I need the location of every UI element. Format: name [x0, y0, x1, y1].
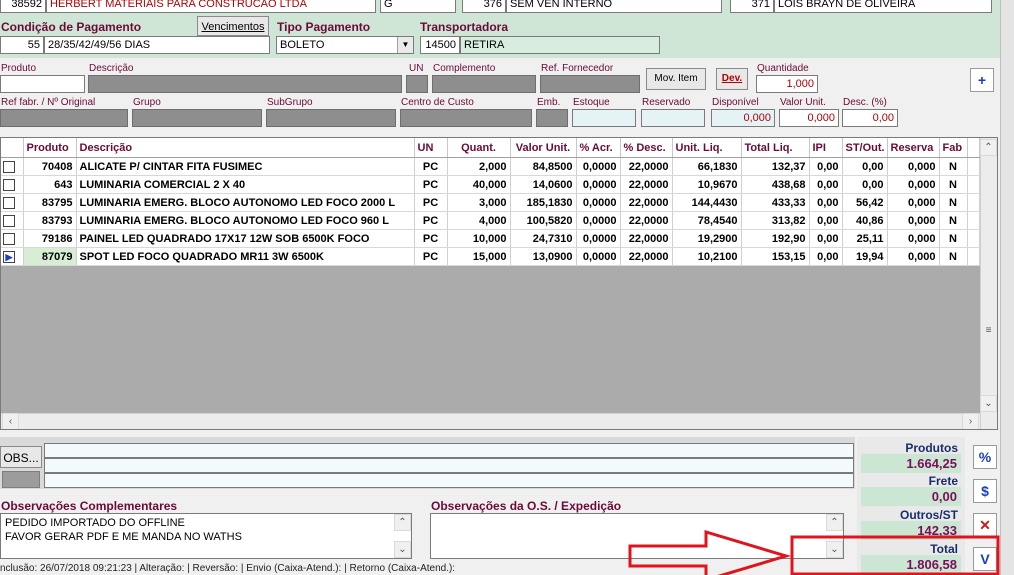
annotation-highlight-box	[790, 535, 1000, 575]
annotation-overlay	[628, 529, 1000, 575]
annotation-arrow-icon	[628, 529, 792, 575]
